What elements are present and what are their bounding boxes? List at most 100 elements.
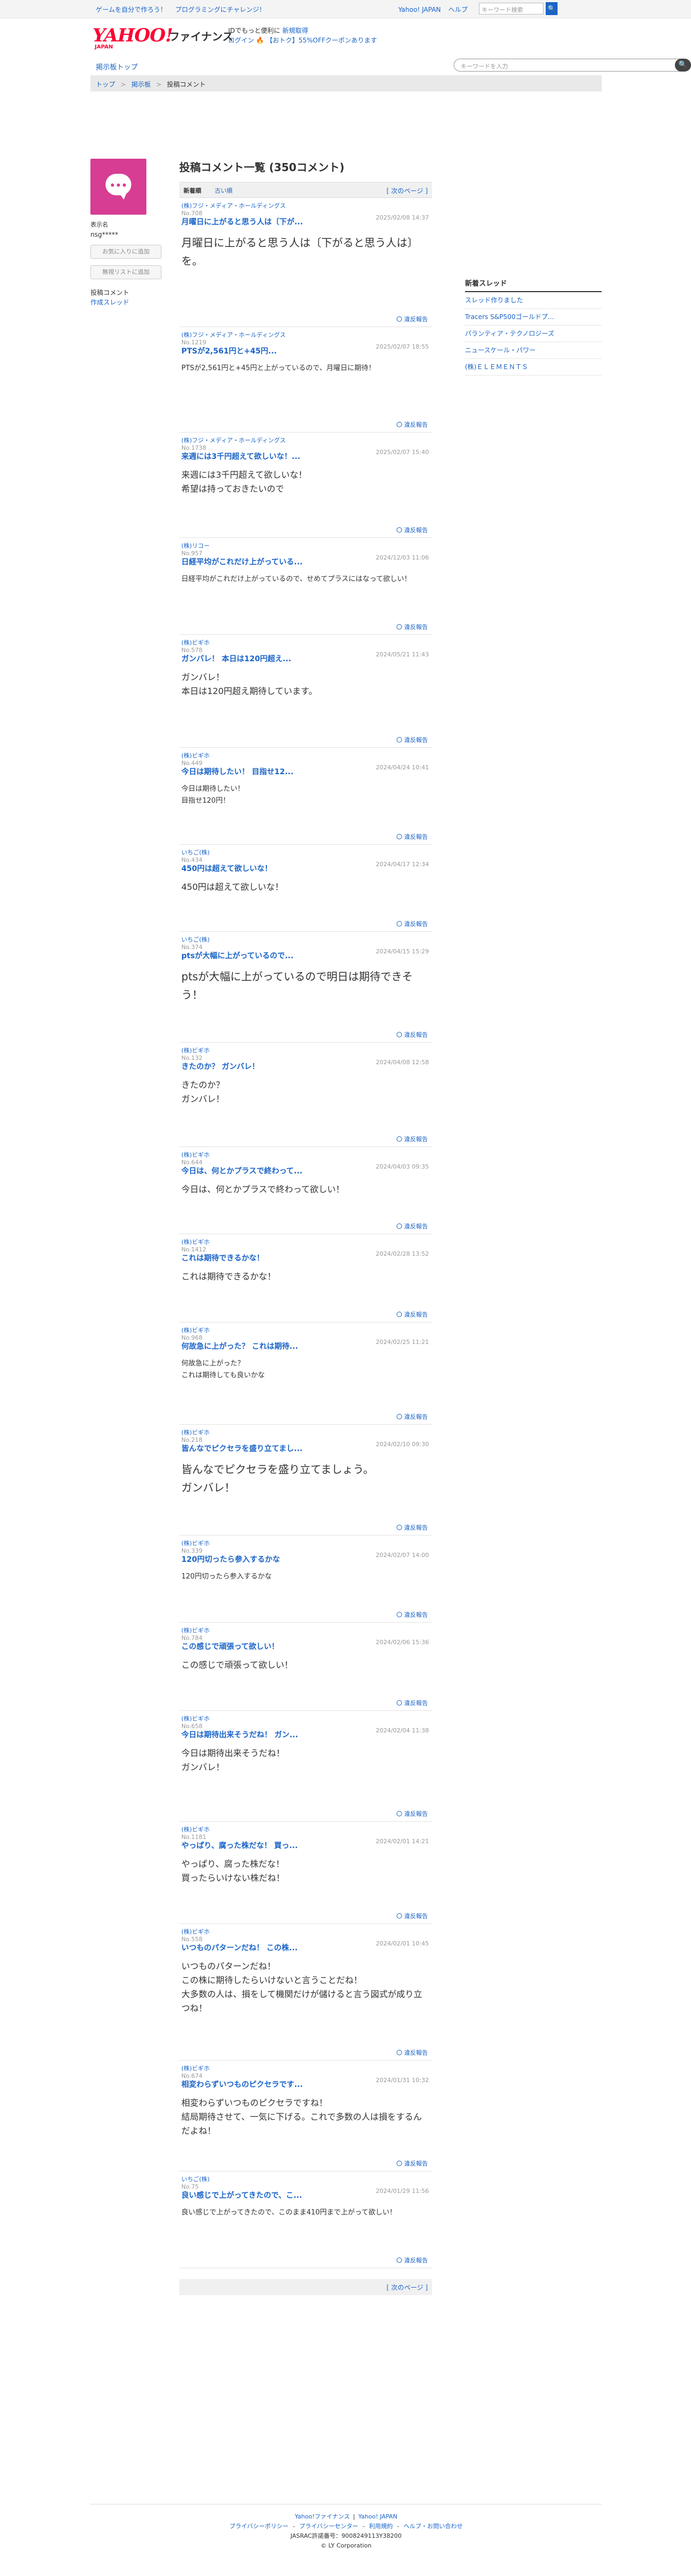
add-favorite-button[interactable]: お気に入りに追加 [90,245,161,259]
comment-stock-link[interactable]: (株)ビギホ [181,2065,430,2072]
finance-title[interactable]: ファイナンス [169,28,233,44]
report-link[interactable]: 違反報告 [397,832,428,841]
comment-stock-link[interactable]: (株)フジ・メディア・ホールディングス [181,437,430,444]
coupon-link[interactable]: 【おトク】55%OFFクーポンあります [266,37,377,44]
comment-stock-link[interactable]: (株)ビギホ [181,1429,430,1436]
add-ignore-button[interactable]: 無視リストに追加 [90,265,161,279]
promo-link-game[interactable]: ゲームを自分で作ろう！ [96,6,167,13]
report-link[interactable]: 違反報告 [397,315,428,323]
footer-help-link[interactable]: ヘルプ・お問い合わせ [404,2523,463,2530]
menu-created-threads[interactable]: 作成スレッド [90,299,129,306]
comment-stock-link[interactable]: いちご(株) [181,2176,430,2183]
thread-link[interactable]: スレッド作りました [465,292,602,309]
comment-stock-link[interactable]: いちご(株) [181,936,430,944]
breadcrumb-current: 投稿コメント [167,81,206,88]
footer-privacy-link[interactable]: プライバシーポリシー [229,2523,288,2530]
next-page-link-bottom[interactable]: [ 次のページ ] [386,2283,428,2292]
report-link[interactable]: 違反報告 [397,1523,428,1532]
report-link[interactable]: 違反報告 [397,2048,428,2057]
comment-item: (株)ビギホ No.339 2024/02/07 14:00 120円切ったら参入する… [179,1535,432,1623]
comment-stock-link[interactable]: (株)ビギホ [181,1151,430,1159]
footer-finance-link[interactable]: Yahoo!ファイナンス [295,2513,350,2520]
report-label: 違反報告 [404,2160,428,2167]
thread-link[interactable]: パランティア・テクノロジーズ [465,325,602,342]
report-icon [397,1414,402,1419]
top-search-button[interactable]: 🔍 [546,2,558,15]
report-link[interactable]: 違反報告 [397,1222,428,1230]
footer-terms-link[interactable]: 利用規約 [369,2523,393,2530]
comment-stock-link[interactable]: (株)ビギホ [181,1047,430,1055]
comment-stock-link[interactable]: (株)ビギホ [181,639,430,647]
comment-stock-link[interactable]: (株)リコー [181,542,430,550]
comment-date: 2025/02/07 18:55 [376,343,429,350]
comment-stock-link[interactable]: (株)ビギホ [181,752,430,760]
jasrac-number: JASRAC許諾番号：9008249113Y38200 [290,2532,402,2539]
report-link[interactable]: 違反報告 [397,1809,428,1818]
report-link[interactable]: 違反報告 [397,1412,428,1421]
report-link[interactable]: 違反報告 [397,1610,428,1619]
top-search-input[interactable]: キーワード検索 [479,3,544,15]
comment-stock-link[interactable]: (株)ビギホ [181,1540,430,1547]
comment-item: (株)ビギホ No.644 2024/04/03 09:35 今日は、何とかプラスで終… [179,1147,432,1234]
thread-link[interactable]: ニュースケール・パワー [465,342,602,359]
footer-yahoo-link[interactable]: Yahoo! JAPAN [358,2513,398,2520]
footer-privacy-center-link[interactable]: プライバシーセンター [299,2523,358,2530]
board-top-link[interactable]: 掲示板トップ [96,61,138,72]
comment-stock-link[interactable]: (株)ビギホ [181,1239,430,1246]
comment-body: いつものパターンだね！ この株に期待したらいけないと言うことだね！ 大多数の人は… [181,1961,422,2013]
next-page-link[interactable]: [ 次のページ ] [386,186,428,195]
menu-posted-comments[interactable]: 投稿コメント [90,288,171,298]
thread-link[interactable]: (株)ＥＬＥＭＥＮＴＳ [465,359,602,376]
yahoo-logo[interactable]: YAHOO! [93,25,173,46]
signup-link[interactable]: 新規取得 [283,27,308,34]
report-link[interactable]: 違反報告 [397,622,428,631]
board-search-input[interactable]: キーワードを入力 [454,59,690,72]
report-link[interactable]: 違反報告 [397,420,428,429]
comment-stock-link[interactable]: いちご(株) [181,849,430,857]
comment-stock-link[interactable]: (株)ビギホ [181,1826,430,1834]
page-title: 投稿コメント一覧 (350コメント) [179,161,344,174]
profile-sidebar: 表示名 nsg***** お気に入りに追加 無視リストに追加 投稿コメント 作成… [90,159,171,307]
comment-body: 今日は期待したい！ 目指せ120円！ [181,785,245,805]
report-link[interactable]: 違反報告 [397,1310,428,1319]
yahoo-japan-link[interactable]: Yahoo! JAPAN [398,6,441,13]
help-link[interactable]: ヘルプ [448,6,468,13]
breadcrumb-top[interactable]: トップ [96,81,115,88]
coupon-icon: 🔥 [256,37,264,44]
comment-stock-link[interactable]: (株)ビギホ [181,1715,430,1723]
comment-stock-link[interactable]: (株)ビギホ [181,1928,430,1936]
report-link[interactable]: 違反報告 [397,526,428,534]
comment-date: 2024/02/01 10:45 [376,1940,429,1947]
report-icon [397,1811,402,1816]
report-link[interactable]: 違反報告 [397,919,428,928]
comment-body: 450円は超えて欲しいな！ [181,882,284,892]
comment-item: (株)ビギホ No.558 2024/02/01 10:45 いつものパターンだね！ … [179,1924,432,2061]
comment-date: 2024/01/31 10:32 [376,2077,429,2084]
tab-oldest[interactable]: 古い順 [215,186,232,195]
report-label: 違反報告 [404,737,428,744]
comment-stock-link[interactable]: (株)ビギホ [181,1327,430,1334]
report-link[interactable]: 違反報告 [397,1030,428,1039]
report-icon [397,2257,402,2263]
comment-stock-link[interactable]: (株)フジ・メディア・ホールディングス [181,331,430,339]
report-link[interactable]: 違反報告 [397,1912,428,1920]
report-link[interactable]: 違反報告 [397,2159,428,2168]
report-link[interactable]: 違反報告 [397,735,428,744]
report-link[interactable]: 違反報告 [397,1699,428,1707]
comment-item: (株)ビギホ No.658 2024/02/04 11:38 今日は期待出来そうだね！… [179,1711,432,1822]
board-search-button[interactable]: 🔍 [675,59,691,72]
comment-stock-link[interactable]: (株)フジ・メディア・ホールディングス [181,202,430,210]
login-link[interactable]: ログイン [228,37,254,44]
tab-newest[interactable]: 新着順 [184,186,201,195]
promo-link-programming[interactable]: プログラミングにチャレンジ！ [175,6,265,13]
comment-item: (株)ビギホ No.218 2024/02/10 09:30 皆んなでピクセラを盛り立… [179,1425,432,1535]
header-account-info: IDでもっと便利に 新規取得 ログイン 🔥 【おトク】55%OFFクーポンありま… [228,26,377,45]
report-link[interactable]: 違反報告 [397,2256,428,2264]
comment-item: (株)フジ・メディア・ホールディングス No.708 2025/02/08 14:3… [179,198,432,327]
breadcrumb-board[interactable]: 掲示板 [131,81,151,88]
thread-link[interactable]: Tracers S&P500ゴールドプ... [465,309,602,325]
report-link[interactable]: 違反報告 [397,1135,428,1143]
comment-stock-link[interactable]: (株)ビギホ [181,1627,430,1634]
comment-date: 2024/04/15 15:29 [376,948,429,955]
breadcrumb: トップ > 掲示板 > 投稿コメント [90,75,602,91]
